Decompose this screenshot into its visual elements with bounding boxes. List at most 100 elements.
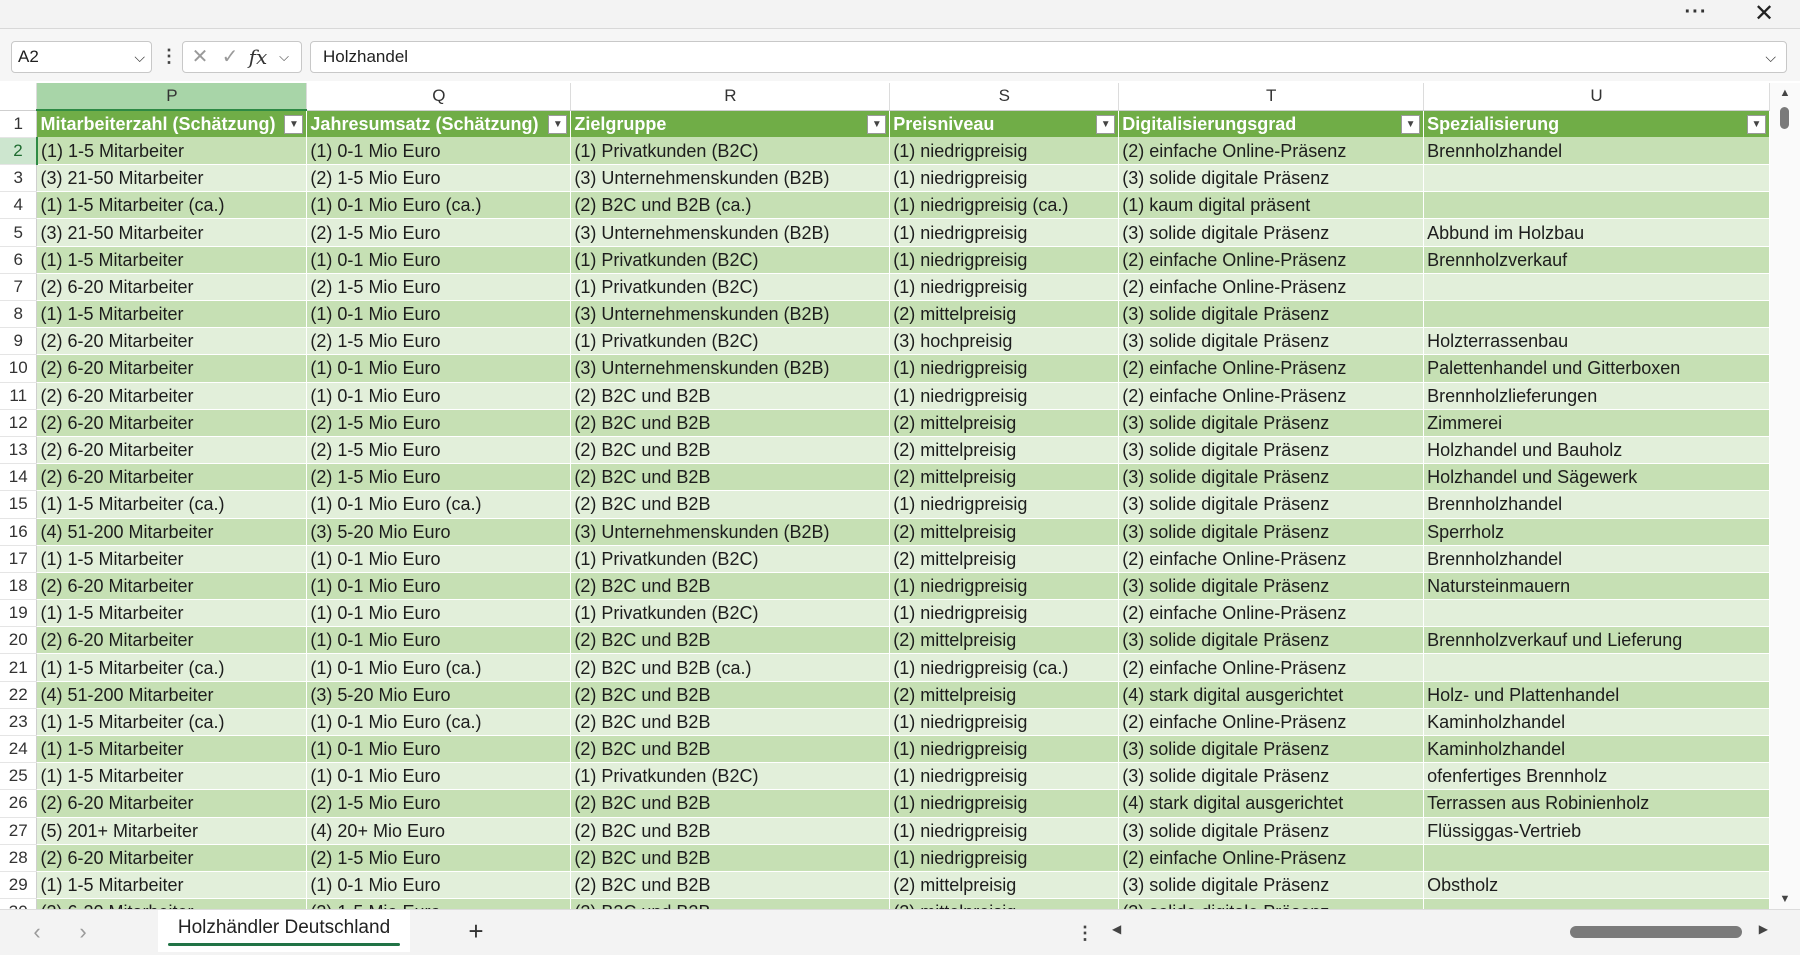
filter-dropdown-icon[interactable]: ▼ [548, 114, 568, 134]
more-icon[interactable]: ··· [1676, 1, 1716, 27]
cell[interactable]: (3) 21-50 Mitarbeiter [36, 218, 308, 247]
vertical-dots-icon[interactable]: ⋮ [160, 41, 178, 73]
cell[interactable]: (3) hochpreisig [889, 327, 1120, 356]
cell[interactable]: (1) Privatkunden (B2C) [570, 327, 891, 356]
cell[interactable]: Palettenhandel und Gitterboxen [1423, 354, 1770, 383]
name-box[interactable]: A2 ⌵ [11, 41, 152, 73]
header-cell[interactable]: Jahresumsatz (Schätzung) ▼ [306, 110, 572, 138]
cell[interactable]: (2) 6-20 Mitarbeiter [36, 327, 308, 356]
row-number[interactable]: 25 [0, 762, 38, 791]
confirm-icon[interactable]: ✓ [217, 42, 243, 72]
cell[interactable]: (1) niedrigpreisig [889, 735, 1120, 764]
cell[interactable]: (1) 0-1 Mio Euro (ca.) [306, 653, 572, 682]
cell[interactable]: (4) 51-200 Mitarbeiter [36, 681, 308, 709]
row-number[interactable]: 6 [0, 246, 38, 274]
cell[interactable]: (2) einfache Online-Präsenz [1118, 273, 1425, 302]
cell[interactable]: (1) Privatkunden (B2C) [570, 599, 891, 628]
cell[interactable]: Sperrholz [1423, 518, 1770, 546]
cell[interactable]: (2) 6-20 Mitarbeiter [36, 409, 308, 437]
header-cell[interactable]: Digitalisierungsgrad ▼ [1118, 110, 1425, 138]
cell[interactable]: Brennholzhandel [1423, 545, 1770, 573]
cell[interactable]: (2) B2C und B2B [570, 490, 891, 519]
cell[interactable]: (2) 1-5 Mio Euro [306, 409, 572, 437]
cell[interactable]: (2) B2C und B2B [570, 436, 891, 465]
cell[interactable]: (1) niedrigpreisig [889, 572, 1120, 601]
cell[interactable]: (2) 6-20 Mitarbeiter [36, 273, 308, 302]
chevron-down-icon[interactable]: ⌵ [271, 42, 297, 72]
cell[interactable]: (3) solide digitale Präsenz [1118, 463, 1425, 492]
cell[interactable]: (3) solide digitale Präsenz [1118, 300, 1425, 329]
cell[interactable]: (2) einfache Online-Präsenz [1118, 246, 1425, 274]
cell[interactable]: (2) 6-20 Mitarbeiter [36, 572, 308, 601]
cell[interactable]: Zimmerei [1423, 409, 1770, 437]
filter-dropdown-icon[interactable]: ▼ [867, 114, 887, 134]
cell[interactable]: (2) einfache Online-Präsenz [1118, 382, 1425, 410]
cell[interactable]: (2) 6-20 Mitarbeiter [36, 626, 308, 655]
cell[interactable] [1423, 898, 1770, 909]
cell[interactable]: (1) 0-1 Mio Euro [306, 626, 572, 655]
cell[interactable]: (4) 20+ Mio Euro [306, 817, 572, 845]
row-number[interactable]: 3 [0, 164, 38, 193]
cell[interactable]: (1) niedrigpreisig [889, 789, 1120, 818]
cell[interactable]: (2) mittelpreisig [889, 463, 1120, 492]
cell[interactable]: (1) niedrigpreisig [889, 708, 1120, 737]
header-cell[interactable]: Spezialisierung ▼ [1423, 110, 1770, 138]
cell[interactable]: (2) 6-20 Mitarbeiter [36, 354, 308, 383]
cell[interactable]: (3) solide digitale Präsenz [1118, 518, 1425, 546]
row-number[interactable]: 16 [0, 518, 38, 546]
cell[interactable] [1423, 273, 1770, 302]
cell[interactable]: (3) 5-20 Mio Euro [306, 681, 572, 709]
cell[interactable]: (2) mittelpreisig [889, 300, 1120, 329]
cell[interactable]: (2) B2C und B2B [570, 735, 891, 764]
cell[interactable]: (2) B2C und B2B [570, 844, 891, 872]
cell[interactable]: (2) B2C und B2B [570, 626, 891, 655]
cell[interactable]: (2) 1-5 Mio Euro [306, 327, 572, 356]
cell[interactable]: (1) 0-1 Mio Euro [306, 871, 572, 900]
row-number[interactable]: 29 [0, 871, 38, 900]
cell[interactable]: ofenfertiges Brennholz [1423, 762, 1770, 791]
scroll-right-icon[interactable]: ▶ [1759, 922, 1768, 936]
cell[interactable]: (1) niedrigpreisig [889, 762, 1120, 791]
row-number[interactable]: 12 [0, 409, 38, 437]
cell[interactable]: (2) einfache Online-Präsenz [1118, 653, 1425, 682]
cell[interactable]: (5) 201+ Mitarbeiter [36, 817, 308, 845]
vertical-scroll-thumb[interactable] [1780, 107, 1789, 129]
cell[interactable]: (2) einfache Online-Präsenz [1118, 844, 1425, 872]
cell[interactable]: (3) solide digitale Präsenz [1118, 490, 1425, 519]
cell[interactable]: (1) 0-1 Mio Euro (ca.) [306, 708, 572, 737]
row-number[interactable]: 18 [0, 572, 38, 601]
cell[interactable]: (3) 21-50 Mitarbeiter [36, 164, 308, 193]
cell[interactable]: (2) mittelpreisig [889, 681, 1120, 709]
cell[interactable]: (1) 1-5 Mitarbeiter [36, 735, 308, 764]
cell[interactable]: (3) solide digitale Präsenz [1118, 762, 1425, 791]
cell[interactable]: Holzhandel und Sägewerk [1423, 463, 1770, 492]
cell[interactable]: (3) solide digitale Präsenz [1118, 164, 1425, 193]
cell[interactable]: (1) 0-1 Mio Euro [306, 354, 572, 383]
scroll-down-icon[interactable]: ▼ [1778, 893, 1792, 905]
select-all-corner[interactable] [0, 83, 38, 111]
cell[interactable]: (2) mittelpreisig [889, 409, 1120, 437]
formula-input[interactable]: Holzhandel ⌵ [310, 41, 1787, 73]
cell[interactable]: (2) B2C und B2B [570, 409, 891, 437]
cell[interactable]: (1) Privatkunden (B2C) [570, 246, 891, 274]
cell[interactable]: (2) mittelpreisig [889, 871, 1120, 900]
cell[interactable]: (2) 6-20 Mitarbeiter [36, 898, 308, 909]
cell[interactable]: (1) Privatkunden (B2C) [570, 137, 891, 166]
cell[interactable] [1423, 191, 1770, 220]
cell[interactable]: (2) mittelpreisig [889, 626, 1120, 655]
filter-dropdown-icon[interactable]: ▼ [1401, 114, 1421, 134]
cell[interactable] [1423, 164, 1770, 193]
cell[interactable]: (3) solide digitale Präsenz [1118, 218, 1425, 247]
row-number[interactable]: 27 [0, 817, 38, 845]
cell[interactable]: (2) B2C und B2B [570, 898, 891, 909]
cell[interactable]: (1) niedrigpreisig [889, 490, 1120, 519]
cell[interactable]: (1) Privatkunden (B2C) [570, 545, 891, 573]
cell[interactable]: (3) Unternehmenskunden (B2B) [570, 354, 891, 383]
cell[interactable]: (3) solide digitale Präsenz [1118, 572, 1425, 601]
cell[interactable]: (2) B2C und B2B [570, 871, 891, 900]
cell[interactable]: (2) 6-20 Mitarbeiter [36, 463, 308, 492]
cell[interactable]: (1) niedrigpreisig [889, 817, 1120, 845]
cell[interactable]: Flüssiggas-Vertrieb [1423, 817, 1770, 845]
header-cell[interactable]: Zielgruppe ▼ [570, 110, 891, 138]
cell[interactable]: (1) 1-5 Mitarbeiter [36, 871, 308, 900]
